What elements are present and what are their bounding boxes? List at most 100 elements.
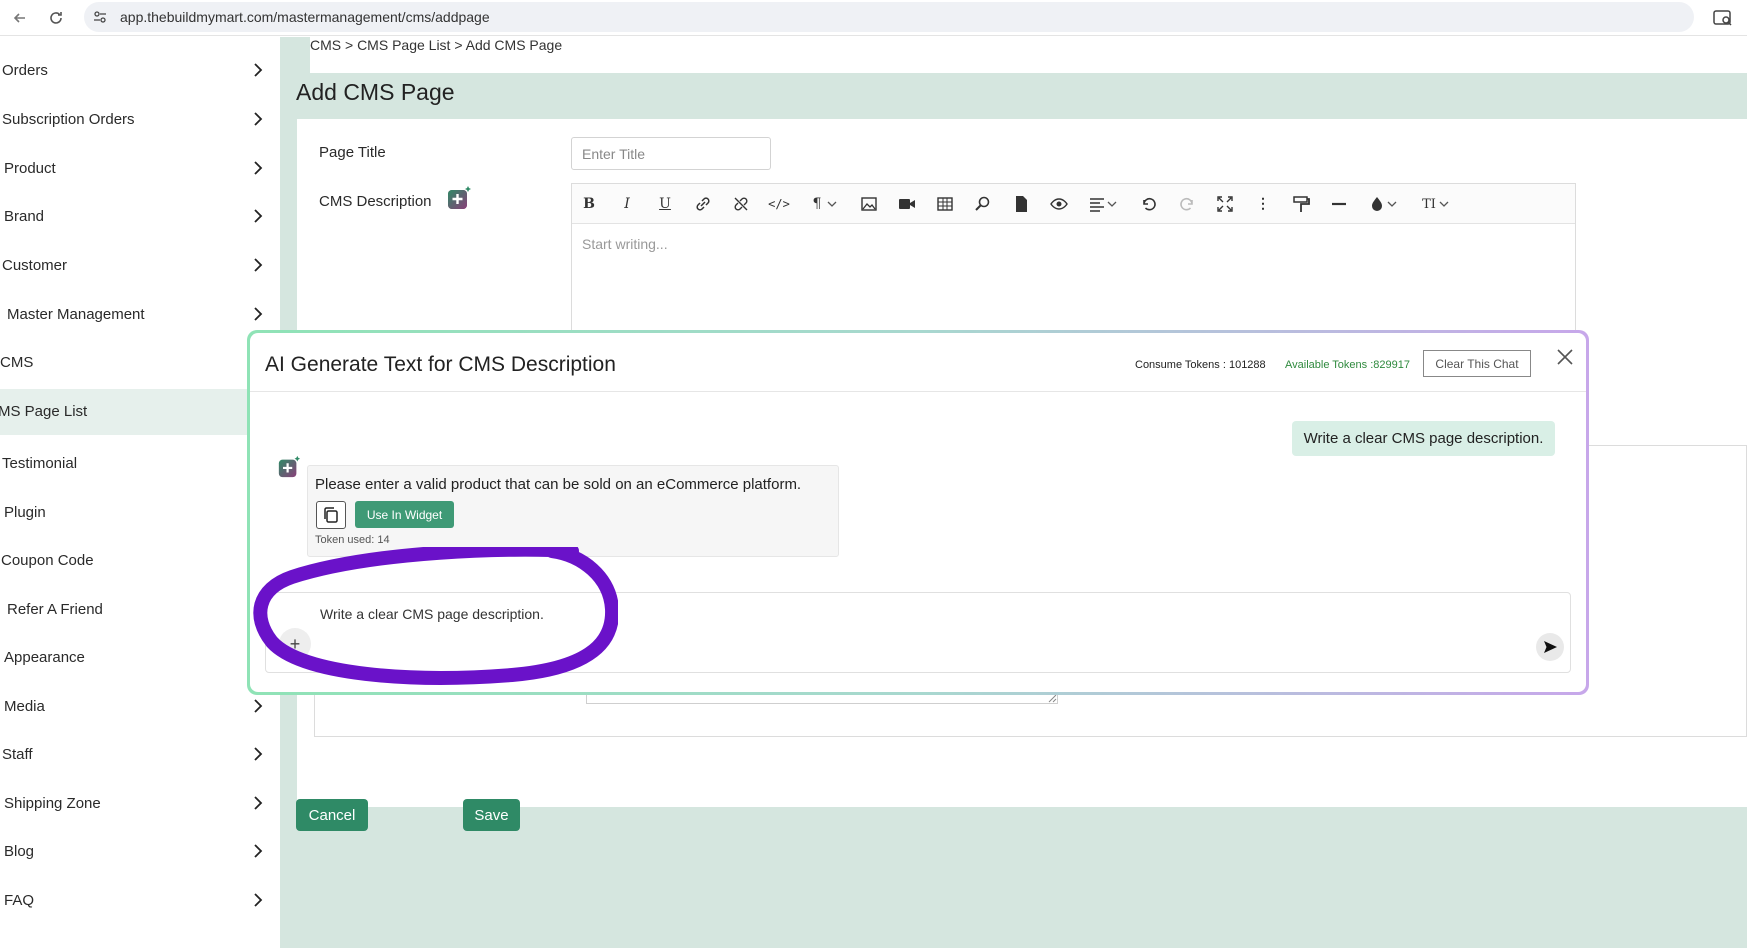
save-button[interactable]: Save bbox=[463, 799, 520, 831]
sidebar-item-label: Staff bbox=[2, 746, 33, 763]
bold-icon[interactable]: B bbox=[578, 194, 600, 214]
text-size-dropdown-icon[interactable] bbox=[1438, 194, 1450, 214]
horizontal-rule-icon[interactable] bbox=[1328, 194, 1350, 214]
use-in-widget-button[interactable]: Use In Widget bbox=[355, 501, 454, 528]
chat-input-box: + bbox=[265, 592, 1571, 673]
sidebar-item[interactable]: Shipping Zone bbox=[0, 781, 280, 827]
sidebar-item-label: Blog bbox=[4, 843, 35, 860]
sidebar-item-label: Master Management bbox=[7, 306, 145, 323]
sidebar: Orders Subscription Orders Product Brand Cus… bbox=[0, 37, 280, 948]
chevron-right-icon[interactable] bbox=[252, 305, 264, 323]
sidebar-item[interactable]: Customer bbox=[0, 243, 280, 289]
paragraph-dropdown-icon[interactable] bbox=[826, 194, 838, 214]
site-settings-icon[interactable] bbox=[92, 9, 108, 25]
sidebar-item[interactable]: Orders bbox=[0, 48, 280, 94]
sidebar-item[interactable]: Product bbox=[0, 146, 280, 192]
modal-title: AI Generate Text for CMS Description bbox=[265, 353, 616, 376]
clear-chat-button[interactable]: Clear This Chat bbox=[1423, 350, 1531, 377]
sidebar-item[interactable]: FAQ bbox=[0, 878, 280, 924]
chat-input[interactable] bbox=[320, 599, 1470, 629]
file-icon[interactable] bbox=[1010, 194, 1032, 214]
copy-button[interactable] bbox=[316, 501, 346, 529]
consume-tokens: Consume Tokens : 101288 bbox=[1135, 359, 1266, 371]
modal-divider bbox=[250, 391, 1586, 392]
breadcrumb: CMS > CMS Page List > Add CMS Page bbox=[310, 37, 1747, 73]
address-bar[interactable]: app.thebuildmymart.com/mastermanagement/… bbox=[84, 2, 1694, 32]
sidebar-item-label: Media bbox=[4, 698, 45, 715]
chevron-right-icon[interactable] bbox=[252, 891, 264, 909]
table-icon[interactable] bbox=[934, 194, 956, 214]
sidebar-item-label: Appearance bbox=[4, 649, 85, 666]
sidebar-item[interactable]: Appearance bbox=[0, 635, 280, 681]
sidebar-item[interactable]: Blog bbox=[0, 829, 280, 875]
close-icon[interactable] bbox=[1553, 345, 1577, 369]
sidebar-item-label: Plugin bbox=[4, 504, 46, 521]
paragraph-icon[interactable]: ¶ bbox=[806, 194, 828, 214]
sidebar-item[interactable]: Refer A Friend bbox=[0, 587, 280, 633]
chevron-right-icon[interactable] bbox=[252, 110, 264, 128]
chevron-right-icon[interactable] bbox=[252, 207, 264, 225]
chevron-right-icon[interactable] bbox=[252, 61, 264, 79]
breadcrumb-text[interactable]: CMS > CMS Page List > Add CMS Page bbox=[310, 37, 562, 53]
attach-plus-icon[interactable]: + bbox=[279, 628, 311, 660]
sidebar-item[interactable]: Media bbox=[0, 684, 280, 730]
undo-icon[interactable] bbox=[1138, 194, 1160, 214]
sidebar-item[interactable]: CMS bbox=[0, 340, 280, 386]
sidebar-item-label: FAQ bbox=[4, 892, 35, 909]
sidebar-item[interactable]: Staff bbox=[0, 732, 280, 778]
sidebar-item[interactable]: MS Page List bbox=[0, 389, 280, 435]
reader-mode-icon[interactable] bbox=[1711, 6, 1735, 30]
page-title: Add CMS Page bbox=[296, 79, 455, 105]
cms-description-label: CMS Description bbox=[319, 193, 432, 210]
editor-toolbar: B I U </> ¶ ⋮ TI bbox=[572, 184, 1575, 224]
chevron-right-icon[interactable] bbox=[252, 745, 264, 763]
chevron-right-icon[interactable] bbox=[252, 256, 264, 274]
sidebar-item-label: Subscription Orders bbox=[2, 111, 135, 128]
chevron-right-icon[interactable] bbox=[252, 794, 264, 812]
page-title-label: Page Title bbox=[319, 144, 386, 161]
copy-icon bbox=[324, 507, 338, 523]
chevron-right-icon[interactable] bbox=[252, 159, 264, 177]
rich-text-editor[interactable]: B I U </> ¶ ⋮ TI Start writing... bbox=[571, 183, 1576, 333]
sidebar-item[interactable]: Master Management bbox=[0, 292, 280, 338]
reload-icon[interactable] bbox=[44, 6, 68, 30]
find-icon[interactable] bbox=[972, 194, 994, 214]
sidebar-item[interactable]: Brand bbox=[0, 194, 280, 240]
preview-eye-icon[interactable] bbox=[1048, 194, 1070, 214]
ai-avatar-icon bbox=[278, 455, 301, 478]
color-drop-icon[interactable] bbox=[1366, 194, 1388, 214]
chevron-right-icon[interactable] bbox=[252, 697, 264, 715]
send-button[interactable] bbox=[1536, 633, 1564, 661]
sidebar-item-label: Product bbox=[4, 160, 56, 177]
align-dropdown-icon[interactable] bbox=[1106, 194, 1118, 214]
underline-icon[interactable]: U bbox=[654, 194, 676, 214]
italic-icon[interactable]: I bbox=[616, 194, 638, 214]
sidebar-item[interactable]: Testimonial bbox=[0, 441, 280, 487]
code-icon[interactable]: </> bbox=[768, 194, 790, 214]
sidebar-item-label: Refer A Friend bbox=[7, 601, 103, 618]
fullscreen-icon[interactable] bbox=[1214, 194, 1236, 214]
sidebar-item-label: Customer bbox=[2, 257, 68, 274]
more-options-icon[interactable]: ⋮ bbox=[1252, 194, 1274, 214]
video-icon[interactable] bbox=[896, 194, 918, 214]
color-dropdown-icon[interactable] bbox=[1386, 194, 1398, 214]
link-icon[interactable] bbox=[692, 194, 714, 214]
sidebar-item-label: Orders bbox=[2, 62, 48, 79]
back-arrow-icon[interactable] bbox=[8, 6, 32, 30]
url-text[interactable]: app.thebuildmymart.com/mastermanagement/… bbox=[120, 9, 490, 25]
chevron-right-icon[interactable] bbox=[252, 842, 264, 860]
ai-generate-modal: AI Generate Text for CMS Description Con… bbox=[247, 330, 1589, 695]
cancel-button[interactable]: Cancel bbox=[296, 799, 368, 831]
image-icon[interactable] bbox=[858, 194, 880, 214]
page-title-input[interactable] bbox=[571, 137, 771, 170]
sidebar-item[interactable]: Subscription Orders bbox=[0, 97, 280, 143]
format-painter-icon[interactable] bbox=[1290, 194, 1312, 214]
align-icon[interactable] bbox=[1086, 194, 1108, 214]
sidebar-item[interactable]: Coupon Code bbox=[0, 538, 280, 584]
sidebar-item[interactable]: Plugin bbox=[0, 490, 280, 536]
editor-placeholder: Start writing... bbox=[582, 236, 668, 252]
text-size-icon[interactable]: TI bbox=[1418, 194, 1440, 214]
redo-icon[interactable] bbox=[1176, 194, 1198, 214]
ai-sparkle-icon[interactable] bbox=[446, 185, 472, 211]
unlink-icon[interactable] bbox=[730, 194, 752, 214]
